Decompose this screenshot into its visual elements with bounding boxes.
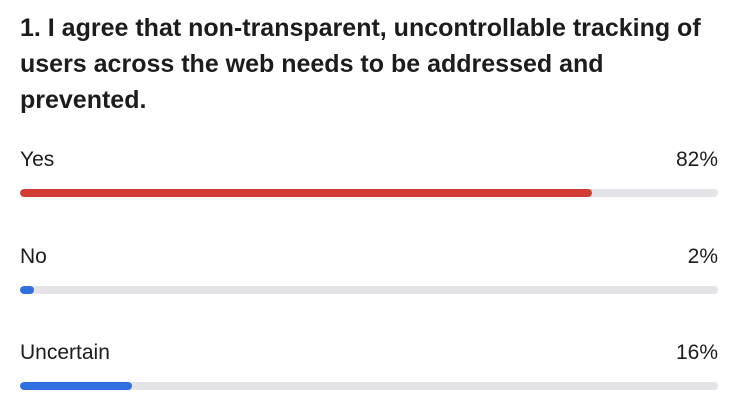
option-label: No: [20, 245, 47, 268]
poll-card: 1. I agree that non-transparent, uncontr…: [0, 0, 748, 416]
progress-fill: [20, 286, 34, 294]
option-label: Uncertain: [20, 341, 110, 364]
poll-option-no: No 2%: [20, 244, 718, 304]
poll-question: 1. I agree that non-transparent, uncontr…: [20, 14, 701, 114]
option-label: Yes: [20, 148, 55, 171]
poll-option-uncertain: Uncertain 16%: [20, 340, 718, 400]
option-percentage: 16%: [675, 341, 718, 364]
progress-fill: [20, 189, 593, 197]
progress-fill: [20, 382, 132, 390]
progress-track: [20, 189, 718, 197]
progress-track: [20, 286, 718, 294]
poll-option-yes: Yes 82%: [20, 147, 718, 207]
option-percentage: 82%: [675, 148, 718, 171]
option-percentage: 2%: [687, 245, 718, 268]
progress-track: [20, 382, 718, 390]
